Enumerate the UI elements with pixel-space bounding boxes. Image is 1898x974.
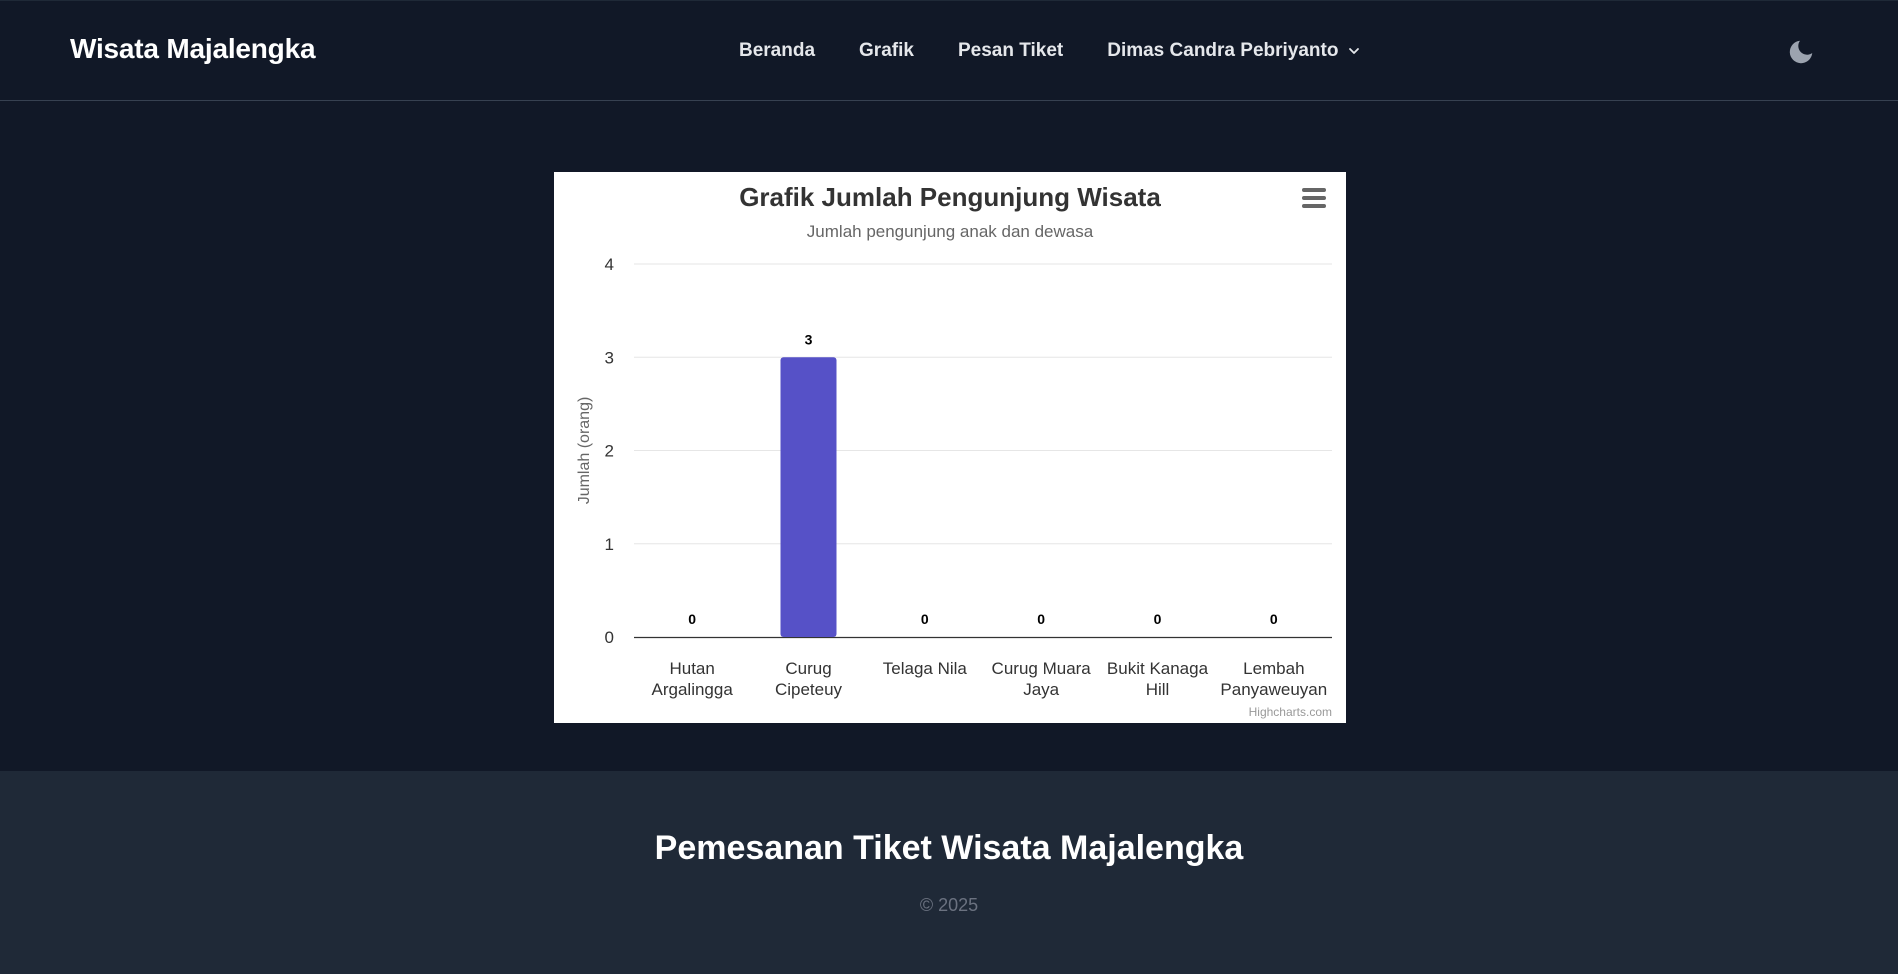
y-tick-label: 0 <box>605 628 614 647</box>
nav-link-grafik[interactable]: Grafik <box>859 40 914 62</box>
bar <box>780 357 837 637</box>
data-label: 0 <box>1270 611 1278 627</box>
chevron-down-icon <box>1349 48 1360 54</box>
x-tick-label: Curug Muara Jaya <box>992 659 1092 699</box>
chart-container: 0 1 2 3 4 Jumlah (orang) 0 Hutan Argalingga 3 Curu… <box>554 172 1346 723</box>
hamburger-menu-icon[interactable] <box>1302 188 1328 210</box>
footer: Pemesanan Tiket Wisata Majalengka © 2025 <box>0 771 1898 974</box>
y-tick-label: 2 <box>605 442 614 461</box>
footer-title: Pemesanan Tiket Wisata Majalengka <box>654 829 1244 867</box>
data-label: 3 <box>805 331 813 347</box>
y-axis-title: Jumlah (orang) <box>576 397 593 505</box>
x-tick-label: Curug Cipeteuy <box>775 659 843 699</box>
y-tick-label: 1 <box>605 535 614 554</box>
x-tick-label: Hutan Argalingga <box>652 659 734 699</box>
nav-link-beranda[interactable]: Beranda <box>739 40 815 62</box>
user-menu-label: Dimas Candra Pebriyanto <box>1107 40 1339 61</box>
theme-toggle-button[interactable] <box>1786 37 1816 67</box>
data-label: 0 <box>1154 611 1162 627</box>
x-tick-label: Lembah Panyaweuyan <box>1220 659 1327 699</box>
footer-copyright: © 2025 <box>919 895 979 915</box>
user-menu-dropdown[interactable]: Dimas Candra Pebriyanto <box>1107 40 1360 62</box>
nav-link-pesan-tiket[interactable]: Pesan Tiket <box>958 40 1063 62</box>
x-tick-label: Bukit Kanaga Hill <box>1107 659 1209 699</box>
bar-chart: 0 1 2 3 4 Jumlah (orang) 0 Hutan Argalingga 3 Curu… <box>576 255 1332 699</box>
chart-subtitle: Jumlah pengunjung anak dan dewasa <box>806 222 1094 241</box>
chart-title: Grafik Jumlah Pengunjung Wisata <box>739 182 1161 212</box>
nav-links: Beranda Grafik Pesan Tiket Dimas Candra … <box>739 40 1360 62</box>
moon-icon <box>1789 40 1813 64</box>
data-label: 0 <box>1037 611 1045 627</box>
data-label: 0 <box>921 611 929 627</box>
y-tick-label: 3 <box>605 348 614 367</box>
brand-logo-link[interactable]: Wisata Majalengka <box>70 33 316 65</box>
x-tick-label: Telaga Nila <box>883 659 968 678</box>
navbar: Wisata Majalengka Beranda Grafik Pesan T… <box>0 0 1898 101</box>
y-tick-label: 4 <box>605 255 614 274</box>
chart-credits-link[interactable]: Highcharts.com <box>1249 705 1332 719</box>
data-label: 0 <box>688 611 696 627</box>
